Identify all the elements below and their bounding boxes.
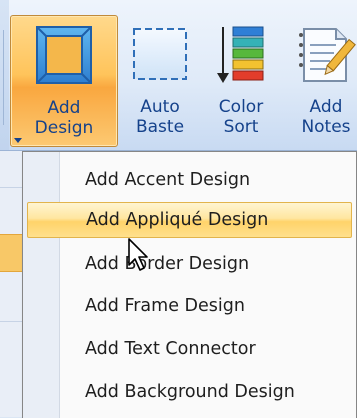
chevron-down-icon <box>14 138 22 143</box>
menu-item-label: Add Frame Design <box>85 296 245 316</box>
divider <box>0 321 22 322</box>
add-notes-label-1: Add <box>309 97 343 117</box>
menu-item-label: Add Background Design <box>85 382 295 402</box>
auto-baste-icon <box>133 28 187 80</box>
menu-icon-gutter <box>23 152 60 418</box>
add-design-icon <box>36 26 92 84</box>
auto-baste-label-1: Auto <box>140 97 180 117</box>
add-notes-button[interactable]: Add Notes <box>286 15 357 145</box>
menu-item-label: Add Border Design <box>85 254 250 274</box>
menu-item-add-applique-design[interactable]: Add Appliqué Design <box>27 202 352 238</box>
color-sort-icon <box>217 26 264 83</box>
add-design-button[interactable]: Add Design <box>10 15 118 147</box>
menu-item-add-accent-design[interactable]: Add Accent Design <box>65 162 352 198</box>
add-design-label-1: Add <box>47 98 81 118</box>
menu-item-label: Add Appliqué Design <box>86 210 269 230</box>
menu-item-label: Add Text Connector <box>85 339 256 359</box>
color-sort-label-1: Color <box>218 97 264 117</box>
auto-baste-label-2: Baste <box>135 117 185 137</box>
color-sort-label-2: Sort <box>223 117 259 137</box>
menu-item-add-frame-design[interactable]: Add Frame Design <box>65 288 352 324</box>
menu-item-label: Add Accent Design <box>85 170 251 190</box>
divider <box>0 187 22 188</box>
ribbon: Add Design Auto Baste Color Sort Add Not… <box>0 0 357 151</box>
menu-item-add-border-design[interactable]: Add Border Design <box>65 246 352 282</box>
mouse-pointer-icon <box>128 238 148 271</box>
ribbon-edge <box>0 0 9 150</box>
color-sort-button[interactable]: Color Sort <box>200 15 282 145</box>
document-area <box>0 151 22 417</box>
auto-baste-button[interactable]: Auto Baste <box>122 15 198 145</box>
menu-item-add-text-connector[interactable]: Add Text Connector <box>65 331 352 367</box>
add-notes-icon <box>299 28 356 82</box>
selected-row-highlight <box>0 234 22 272</box>
add-notes-label-2: Notes <box>301 117 351 137</box>
add-design-label-2: Design <box>34 118 94 138</box>
menu-item-add-background-design[interactable]: Add Background Design <box>65 374 352 410</box>
add-design-dropdown-menu: Add Accent Design Add Appliqué Design Ad… <box>22 151 357 418</box>
group-separator <box>3 30 4 125</box>
